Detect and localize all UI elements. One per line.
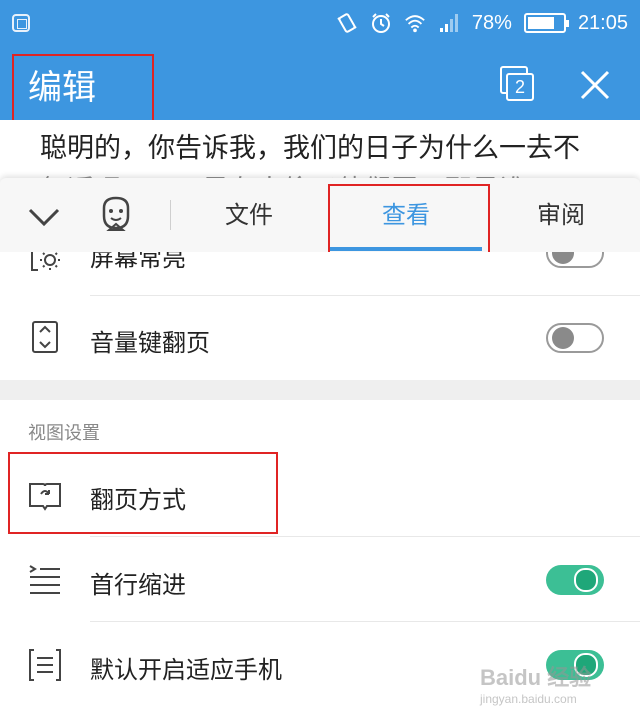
clock-time: 21:05 [577,11,628,34]
document-line: 复返呢？——是有人偷了他们罢：那是谁？ [40,168,553,178]
list-item-screen-always-on[interactable]: 屏幕常亮 [0,252,640,296]
alarm-icon [371,13,390,33]
fit-phone-icon [29,649,61,681]
toolbar-divider [170,200,171,230]
battery-icon [523,13,569,33]
tab-review[interactable]: 审阅 [488,178,634,252]
screenshot-icon [12,14,30,32]
chevron-down-icon[interactable] [26,198,62,234]
screen-on-toggle[interactable] [546,252,604,268]
section-title-view-settings: 视图设置 [28,423,100,444]
vibrate-icon [337,13,357,33]
document-line: 聪明的，你告诉我，我们的日子为什么一去不 [40,133,580,164]
wifi-icon [405,15,425,33]
setting-label: 音量键翻页 [90,329,210,357]
volume-page-toggle[interactable] [546,323,604,353]
section-gap [0,380,640,400]
close-icon[interactable] [576,66,614,104]
indent-icon [29,565,60,594]
list-item-first-line-indent[interactable]: 首行缩进 [0,537,640,621]
baidu-watermark: Baidu 经验 jingyan.baidu.com [480,660,591,706]
toolbar-tab-bar: 文件 查看 审阅 [0,178,640,252]
signal-icon [439,14,458,32]
setting-label: 屏幕常亮 [90,252,186,272]
highlight-box-title [12,54,154,126]
watermark-url: jingyan.baidu.com [480,692,577,706]
volume-page-icon [32,321,58,353]
setting-label: 默认开启适应手机 [90,656,282,684]
brightness-icon [31,252,60,271]
status-icons: 78% 21:05 [336,0,628,46]
setting-label: 首行缩进 [90,571,186,599]
tab-file[interactable]: 文件 [176,178,322,252]
list-item-volume-page-turn[interactable]: 音量键翻页 [0,296,640,380]
watermark-text: Baidu 经验 [480,665,592,690]
document-content[interactable]: 聪明的，你告诉我，我们的日子为什么一去不 复返呢？——是有人偷了他们罢：那是谁？ [0,120,640,178]
battery-percent: 78% [471,11,512,34]
first-line-indent-toggle[interactable] [546,565,604,595]
windows-button[interactable]: 2 [498,66,536,104]
highlight-box-page-turn [8,452,278,534]
status-bar: 78% 21:05 [0,0,640,46]
mascot-icon[interactable] [96,194,136,234]
window-count: 2 [506,73,534,101]
